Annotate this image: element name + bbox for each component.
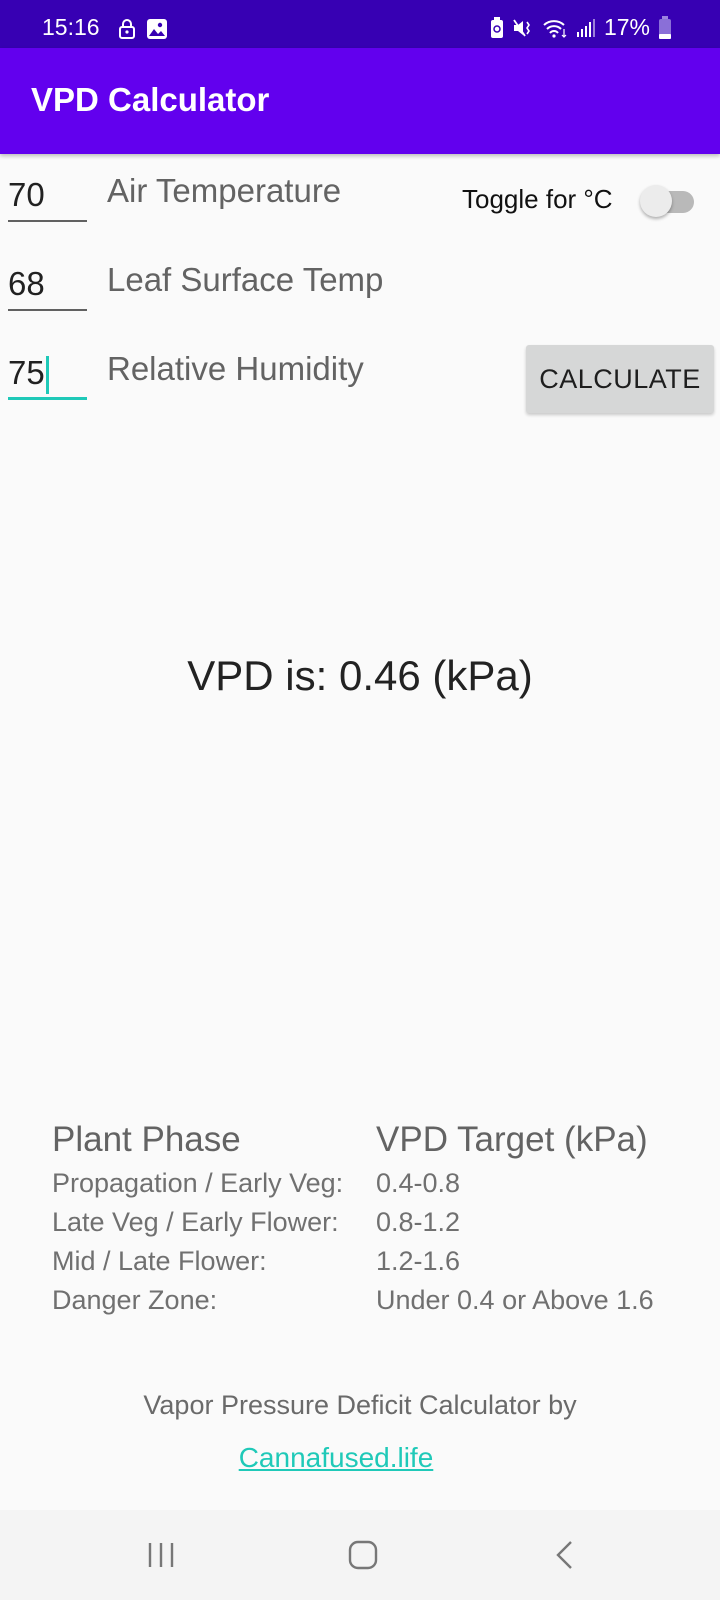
air-temperature-value: 70 — [8, 176, 45, 213]
home-icon — [348, 1540, 378, 1570]
row-phase: Propagation / Early Veg: — [52, 1168, 344, 1198]
header-vpd-target: VPD Target (kPa) — [376, 1120, 648, 1159]
back-icon — [556, 1541, 572, 1569]
air-temperature-label: Air Temperature — [107, 172, 342, 209]
leaf-surface-temp-input[interactable]: 68 — [8, 265, 87, 311]
battery-icon — [659, 15, 671, 39]
app-title: VPD Calculator — [31, 81, 270, 118]
status-time: 15:16 — [42, 14, 100, 40]
credit-text: Vapor Pressure Deficit Calculator by — [143, 1390, 577, 1420]
switch-thumb — [640, 185, 672, 217]
wifi-icon — [543, 19, 567, 38]
row-target: 0.8-1.2 — [376, 1207, 461, 1237]
row-phase: Danger Zone: — [52, 1285, 218, 1315]
row-phase: Mid / Late Flower: — [52, 1246, 267, 1276]
recents-button[interactable] — [136, 1532, 186, 1578]
relative-humidity-label: Relative Humidity — [107, 350, 364, 387]
relative-humidity-value: 75 — [8, 354, 45, 391]
text-caret — [45, 356, 49, 395]
back-button[interactable] — [540, 1532, 590, 1578]
leaf-surface-temp-label: Leaf Surface Temp — [107, 261, 384, 298]
battery-saver-icon — [490, 16, 503, 38]
signal-icon — [576, 18, 595, 37]
home-button[interactable] — [338, 1532, 388, 1578]
row-target: Under 0.4 or Above 1.6 — [376, 1285, 654, 1315]
mute-vibrate-icon — [513, 18, 530, 37]
battery-percent: 17% — [603, 14, 650, 40]
row-target: 0.4-0.8 — [376, 1168, 461, 1198]
cannafused-link[interactable]: Cannafused.life — [0, 1442, 672, 1474]
row-target: 1.2-1.6 — [376, 1246, 461, 1276]
image-icon — [147, 19, 167, 39]
row-phase: Late Veg / Early Flower: — [52, 1207, 339, 1237]
recents-icon — [148, 1543, 174, 1567]
lock-icon — [119, 19, 135, 39]
vpd-result: VPD is: 0.46 (kPa) — [187, 652, 533, 699]
navigation-bar — [0, 1510, 720, 1600]
air-temperature-input[interactable]: 70 — [8, 176, 87, 222]
leaf-surface-temp-value: 68 — [8, 265, 45, 302]
calculate-button[interactable]: CALCULATE — [526, 345, 714, 413]
app-bar: VPD Calculator — [0, 48, 720, 154]
status-bar: 15:16 17% — [0, 0, 720, 48]
relative-humidity-input[interactable]: 75 — [8, 354, 87, 400]
header-plant-phase: Plant Phase — [52, 1120, 241, 1159]
celsius-toggle-switch[interactable] — [640, 184, 700, 218]
celsius-toggle-label: Toggle for °C — [462, 184, 613, 214]
